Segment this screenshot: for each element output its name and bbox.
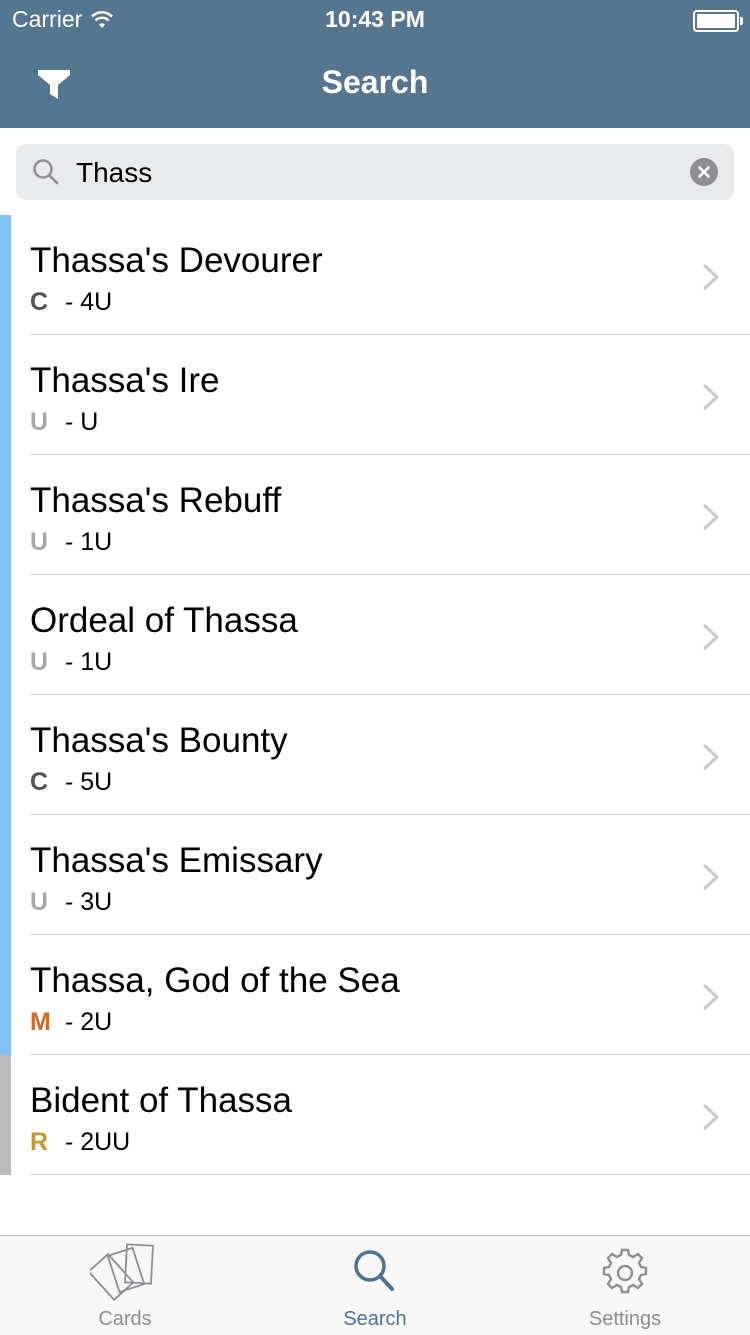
row-divider bbox=[30, 1174, 750, 1175]
meta-separator: - bbox=[58, 1008, 81, 1036]
card-name: Thassa's Devourer bbox=[30, 241, 323, 280]
search-bar bbox=[0, 128, 750, 215]
card-name: Ordeal of Thassa bbox=[30, 601, 298, 640]
page-title: Search bbox=[321, 64, 429, 100]
card-meta: C - 5U bbox=[30, 768, 112, 797]
tab-settings-label: Settings bbox=[588, 1308, 662, 1330]
mana-cost: 2UU bbox=[80, 1128, 131, 1156]
chevron-right-icon bbox=[703, 624, 719, 650]
tab-search-label: Search bbox=[343, 1308, 407, 1330]
chevron-right-icon bbox=[703, 384, 719, 410]
search-icon bbox=[354, 1250, 394, 1291]
card-name: Thassa's Rebuff bbox=[30, 481, 282, 520]
rarity-badge: C bbox=[30, 768, 49, 796]
result-row[interactable]: Thassa's Devourer C - 4U bbox=[0, 215, 750, 335]
battery-icon bbox=[693, 10, 743, 32]
rarity-badge: U bbox=[30, 528, 49, 556]
mana-cost: U bbox=[80, 408, 99, 436]
navigation-bar: Carrier 10:43 PM Search bbox=[0, 0, 750, 128]
chevron-right-icon bbox=[703, 744, 719, 770]
card-meta: U - U bbox=[30, 408, 98, 437]
clear-search-button[interactable] bbox=[690, 158, 718, 186]
card-name: Thassa, God of the Sea bbox=[30, 961, 400, 1000]
rarity-badge: U bbox=[30, 888, 49, 916]
result-row[interactable]: Thassa's Ire U - U bbox=[0, 335, 750, 455]
card-meta: M - 2U bbox=[30, 1008, 112, 1037]
result-row[interactable]: Thassa's Emissary U - 3U bbox=[0, 815, 750, 935]
results-list[interactable]: Thassa's Devourer C - 4U Thassa's Ire U - U… bbox=[0, 215, 750, 1175]
chevron-right-icon bbox=[703, 264, 719, 290]
meta-separator: - bbox=[58, 528, 81, 556]
card-name: Thassa's Ire bbox=[30, 361, 220, 400]
result-row[interactable]: Thassa's Rebuff U - 1U bbox=[0, 455, 750, 575]
tab-cards-label: Cards bbox=[98, 1308, 152, 1330]
meta-separator: - bbox=[58, 408, 81, 436]
card-meta: U - 3U bbox=[30, 888, 112, 917]
card-meta: C - 4U bbox=[30, 288, 112, 317]
search-icon bbox=[33, 159, 59, 185]
meta-separator: - bbox=[58, 768, 81, 796]
meta-separator: - bbox=[58, 288, 81, 316]
card-meta: U - 1U bbox=[30, 648, 112, 677]
result-row[interactable]: Ordeal of Thassa U - 1U bbox=[0, 575, 750, 695]
chevron-right-icon bbox=[703, 864, 719, 890]
card-name: Bident of Thassa bbox=[30, 1081, 293, 1120]
close-icon bbox=[698, 166, 710, 178]
result-row[interactable]: Bident of Thassa R - 2UU bbox=[0, 1055, 750, 1175]
chevron-right-icon bbox=[703, 504, 719, 530]
status-bar: Carrier 10:43 PM bbox=[0, 0, 750, 40]
meta-separator: - bbox=[58, 888, 81, 916]
mana-cost: 1U bbox=[80, 648, 113, 676]
result-row[interactable]: Thassa's Bounty C - 5U bbox=[0, 695, 750, 815]
status-time: 10:43 PM bbox=[325, 6, 425, 32]
mana-cost: 2U bbox=[80, 1008, 113, 1036]
card-name: Thassa's Emissary bbox=[30, 841, 323, 880]
mana-cost: 3U bbox=[80, 888, 113, 916]
result-row[interactable]: Thassa, God of the Sea M - 2U bbox=[0, 935, 750, 1055]
cards-icon bbox=[90, 1243, 154, 1302]
mana-cost: 1U bbox=[80, 528, 113, 556]
rarity-badge: U bbox=[30, 408, 49, 436]
card-name: Thassa's Bounty bbox=[30, 721, 288, 760]
card-meta: R - 2UU bbox=[30, 1128, 130, 1157]
card-meta: U - 1U bbox=[30, 528, 112, 557]
tab-search[interactable]: Search bbox=[250, 1236, 500, 1335]
search-input[interactable] bbox=[74, 152, 678, 194]
mana-cost: 4U bbox=[80, 288, 113, 316]
tab-settings[interactable]: Settings bbox=[500, 1236, 750, 1335]
search-field[interactable] bbox=[16, 144, 734, 200]
tab-bar: Cards Search Settings bbox=[0, 1235, 750, 1335]
rarity-badge: M bbox=[30, 1008, 51, 1036]
rarity-badge: U bbox=[30, 648, 49, 676]
rarity-badge: C bbox=[30, 288, 49, 316]
chevron-right-icon bbox=[703, 1104, 719, 1130]
meta-separator: - bbox=[58, 1128, 81, 1156]
tab-cards[interactable]: Cards bbox=[0, 1236, 250, 1335]
meta-separator: - bbox=[58, 648, 81, 676]
rarity-badge: R bbox=[30, 1128, 49, 1156]
chevron-right-icon bbox=[703, 984, 719, 1010]
mana-cost: 5U bbox=[80, 768, 113, 796]
gear-icon bbox=[602, 1248, 648, 1294]
